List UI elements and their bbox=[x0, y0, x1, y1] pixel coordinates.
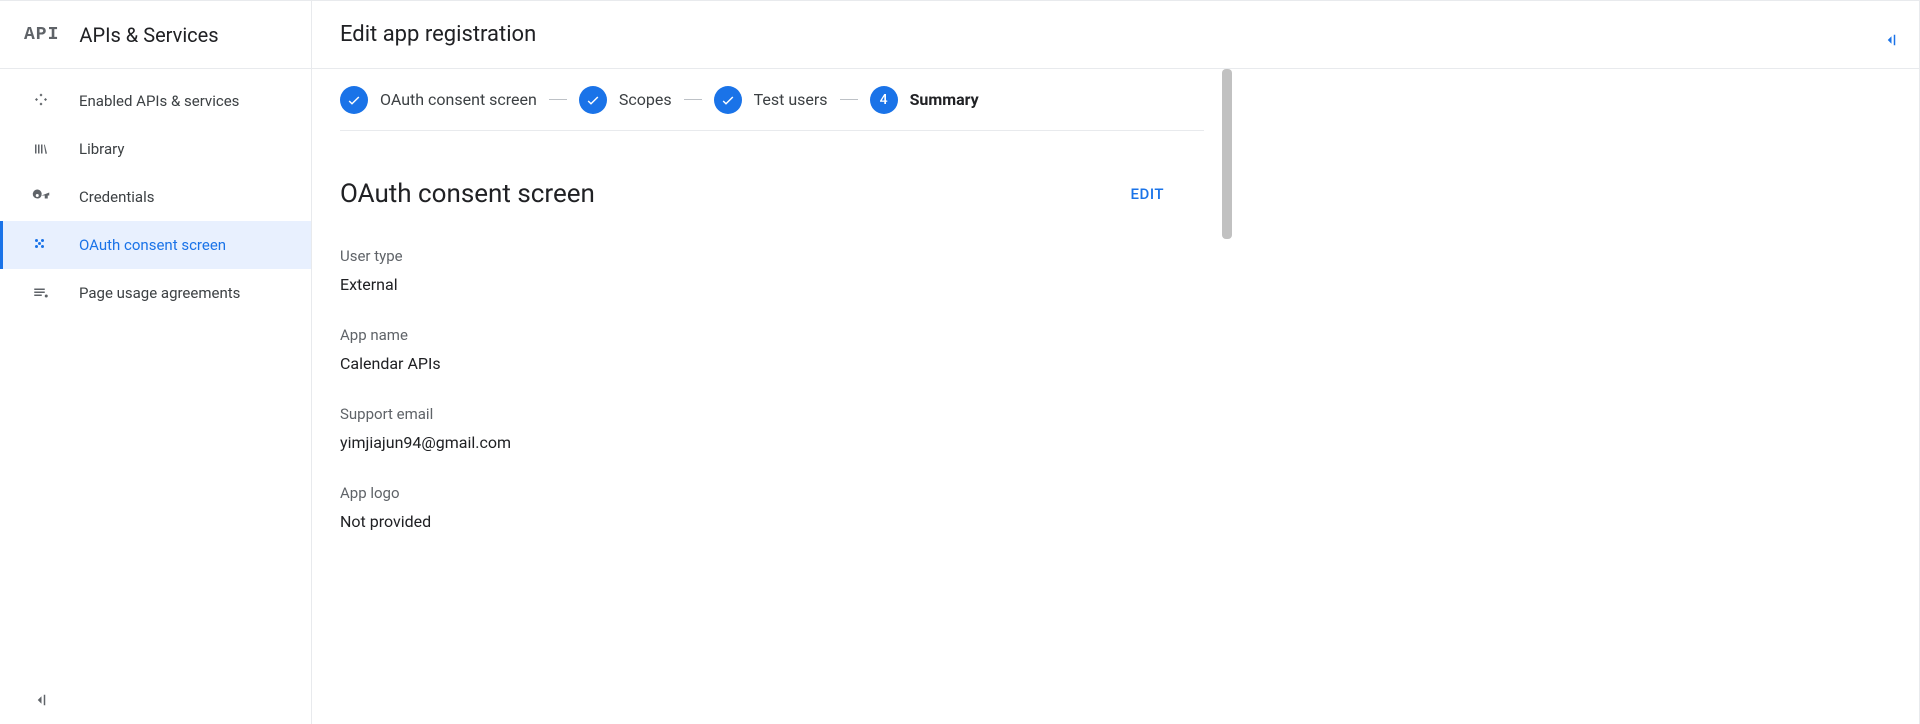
step-oauth-consent[interactable]: OAuth consent screen bbox=[340, 86, 537, 114]
step-divider bbox=[840, 99, 858, 100]
field-label: User type bbox=[340, 247, 1204, 265]
step-test-users[interactable]: Test users bbox=[714, 86, 828, 114]
consent-icon bbox=[31, 235, 51, 255]
step-number-badge: 4 bbox=[870, 86, 898, 114]
main-content: Edit app registration OAuth consent scre… bbox=[312, 1, 1920, 724]
field-support-email: Support email yimjiajun94@gmail.com bbox=[340, 405, 1204, 452]
collapse-panel-button[interactable] bbox=[1878, 28, 1902, 52]
edit-button[interactable]: EDIT bbox=[1131, 185, 1164, 203]
field-label: App logo bbox=[340, 484, 1204, 502]
sidebar-item-library[interactable]: Library bbox=[0, 125, 311, 173]
step-scopes[interactable]: Scopes bbox=[579, 86, 672, 114]
agreements-icon bbox=[31, 283, 51, 303]
check-icon bbox=[714, 86, 742, 114]
sidebar-item-enabled-apis[interactable]: Enabled APIs & services bbox=[0, 77, 311, 125]
page-title: Edit app registration bbox=[340, 22, 536, 47]
sidebar-title: APIs & Services bbox=[79, 23, 218, 47]
main-header: Edit app registration bbox=[312, 1, 1919, 69]
field-label: Support email bbox=[340, 405, 1204, 423]
api-badge: API bbox=[24, 25, 59, 45]
api-icon bbox=[31, 91, 51, 111]
field-value: Not provided bbox=[340, 512, 1204, 531]
sidebar-item-oauth-consent[interactable]: OAuth consent screen bbox=[0, 221, 311, 269]
collapse-sidebar-button[interactable] bbox=[28, 688, 52, 712]
stepper: OAuth consent screen Scopes Test users bbox=[340, 69, 1204, 131]
step-label: OAuth consent screen bbox=[380, 90, 537, 109]
key-icon bbox=[31, 187, 51, 207]
field-app-name: App name Calendar APIs bbox=[340, 326, 1204, 373]
step-summary[interactable]: 4 Summary bbox=[870, 86, 979, 114]
sidebar-item-label: Library bbox=[79, 140, 124, 158]
field-user-type: User type External bbox=[340, 247, 1204, 294]
section-title: OAuth consent screen bbox=[340, 179, 595, 209]
step-label: Summary bbox=[910, 90, 979, 109]
sidebar-item-label: Enabled APIs & services bbox=[79, 92, 239, 110]
sidebar-item-label: OAuth consent screen bbox=[79, 236, 226, 254]
library-icon bbox=[31, 139, 51, 159]
sidebar-item-label: Credentials bbox=[79, 188, 154, 206]
step-divider bbox=[549, 99, 567, 100]
scrollbar[interactable] bbox=[1222, 69, 1232, 239]
sidebar-item-credentials[interactable]: Credentials bbox=[0, 173, 311, 221]
step-divider bbox=[684, 99, 702, 100]
content-panel: OAuth consent screen Scopes Test users bbox=[312, 69, 1232, 724]
field-app-logo: App logo Not provided bbox=[340, 484, 1204, 531]
sidebar-header: API APIs & Services bbox=[0, 1, 311, 69]
step-label: Scopes bbox=[619, 90, 672, 109]
oauth-consent-section: OAuth consent screen EDIT User type Exte… bbox=[340, 131, 1204, 531]
sidebar-item-label: Page usage agreements bbox=[79, 284, 240, 302]
step-label: Test users bbox=[754, 90, 828, 109]
field-value: Calendar APIs bbox=[340, 354, 1204, 373]
sidebar: API APIs & Services Enabled APIs & servi… bbox=[0, 1, 312, 724]
check-icon bbox=[579, 86, 607, 114]
section-header: OAuth consent screen EDIT bbox=[340, 179, 1204, 209]
nav-list: Enabled APIs & services Library Credenti… bbox=[0, 69, 311, 317]
sidebar-item-page-usage[interactable]: Page usage agreements bbox=[0, 269, 311, 317]
field-value: yimjiajun94@gmail.com bbox=[340, 433, 1204, 452]
field-value: External bbox=[340, 275, 1204, 294]
check-icon bbox=[340, 86, 368, 114]
field-label: App name bbox=[340, 326, 1204, 344]
